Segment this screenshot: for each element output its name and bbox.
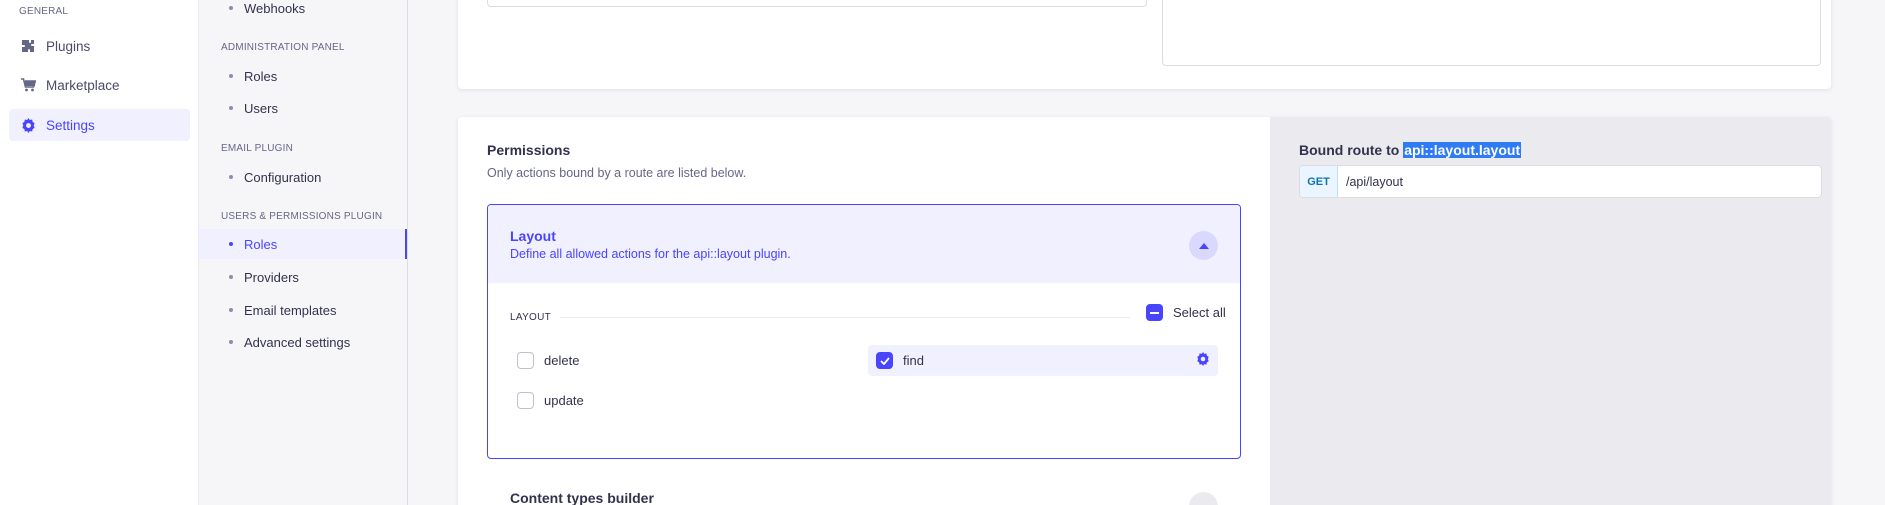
subnav-item-up-email-templates[interactable]: Email templates bbox=[199, 295, 407, 325]
bullet-icon bbox=[229, 106, 233, 110]
http-method-badge: GET bbox=[1300, 166, 1338, 197]
bullet-icon bbox=[229, 74, 233, 78]
accordion-title-content-types-builder[interactable]: Content types builder bbox=[510, 490, 654, 505]
checkbox-icon bbox=[517, 352, 534, 369]
subnav-item-admin-roles[interactable]: Roles bbox=[199, 61, 407, 91]
route-display: GET /api/layout bbox=[1299, 165, 1822, 198]
nav-item-label: Marketplace bbox=[46, 77, 120, 93]
permission-checkbox-delete[interactable]: delete bbox=[517, 345, 579, 376]
subnav-item-label: Configuration bbox=[244, 169, 322, 185]
subnav-item-label: Providers bbox=[244, 269, 299, 285]
accordion-layout: Layout Define all allowed actions for th… bbox=[487, 204, 1241, 459]
main-nav: GENERAL Plugins Marketplace Settings bbox=[0, 0, 199, 505]
bullet-icon bbox=[229, 308, 233, 312]
permission-label: update bbox=[544, 393, 584, 408]
subnav-item-label: Roles bbox=[244, 236, 278, 252]
permission-checkbox-update[interactable]: update bbox=[517, 385, 584, 416]
accordion-collapse-button[interactable] bbox=[1189, 231, 1218, 260]
subnav-item-admin-users[interactable]: Users bbox=[199, 93, 407, 123]
permission-checkbox-find[interactable]: find bbox=[868, 345, 1218, 376]
subnav-item-up-advanced-settings[interactable]: Advanced settings bbox=[199, 327, 407, 357]
bullet-icon bbox=[229, 242, 233, 246]
settings-subnav: Webhooks ADMINISTRATION PANEL Roles User… bbox=[199, 0, 408, 505]
subnav-item-label: Roles bbox=[244, 68, 278, 84]
bound-route-name: api::layout.layout bbox=[1403, 142, 1522, 158]
accordion-header[interactable]: Layout Define all allowed actions for th… bbox=[488, 205, 1240, 283]
checkbox-icon bbox=[517, 392, 534, 409]
cart-icon bbox=[20, 77, 36, 93]
subnav-item-label: Webhooks bbox=[244, 0, 306, 16]
subnav-item-label: Users bbox=[244, 100, 278, 116]
permission-label: delete bbox=[544, 353, 580, 368]
permission-group-label: LAYOUT bbox=[510, 312, 552, 323]
permissions-subtitle: Only actions bound by a route are listed… bbox=[487, 166, 747, 180]
bullet-icon bbox=[229, 275, 233, 279]
subnav-item-label: Email templates bbox=[244, 302, 337, 318]
role-name-input[interactable] bbox=[487, 0, 1147, 7]
permission-label: find bbox=[903, 353, 924, 368]
bound-route-prefix: Bound route to bbox=[1299, 142, 1400, 158]
divider bbox=[560, 317, 1130, 318]
gear-icon[interactable] bbox=[1196, 352, 1210, 369]
select-all-checkbox[interactable]: Select all bbox=[1146, 304, 1226, 321]
nav-item-plugins[interactable]: Plugins bbox=[9, 30, 190, 62]
subnav-item-up-roles[interactable]: Roles bbox=[199, 229, 407, 259]
role-details-card bbox=[458, 0, 1831, 89]
subnav-item-label: Advanced settings bbox=[244, 334, 351, 350]
bullet-icon bbox=[229, 175, 233, 179]
nav-item-label: Plugins bbox=[46, 38, 91, 54]
subnav-section-administration: ADMINISTRATION PANEL bbox=[221, 42, 345, 53]
caret-up-icon bbox=[1198, 242, 1209, 249]
accordion-expand-button[interactable] bbox=[1189, 492, 1218, 505]
nav-item-settings[interactable]: Settings bbox=[9, 109, 190, 141]
accordion-title: Layout bbox=[510, 228, 556, 244]
bullet-icon bbox=[229, 340, 233, 344]
role-description-textarea[interactable] bbox=[1162, 0, 1821, 66]
subnav-item-up-providers[interactable]: Providers bbox=[199, 262, 407, 292]
route-path: /api/layout bbox=[1346, 174, 1403, 189]
accordion-description: Define all allowed actions for the api::… bbox=[510, 247, 791, 261]
indeterminate-checkbox-icon bbox=[1146, 304, 1163, 321]
bound-route-panel: Bound route to api::layout.layout GET /a… bbox=[1270, 117, 1831, 505]
subnav-section-email: EMAIL PLUGIN bbox=[221, 143, 294, 154]
subnav-item-webhooks[interactable]: Webhooks bbox=[199, 0, 407, 23]
subnav-section-users-permissions: USERS & PERMISSIONS PLUGIN bbox=[221, 211, 383, 222]
nav-item-marketplace[interactable]: Marketplace bbox=[9, 69, 190, 101]
bullet-icon bbox=[229, 6, 233, 10]
puzzle-icon bbox=[20, 38, 36, 54]
select-all-label: Select all bbox=[1173, 305, 1226, 320]
checkmark-icon bbox=[876, 352, 893, 369]
gear-icon bbox=[20, 117, 36, 133]
permissions-card: Permissions Only actions bound by a rout… bbox=[458, 117, 1831, 505]
subnav-item-email-configuration[interactable]: Configuration bbox=[199, 162, 407, 192]
permissions-title: Permissions bbox=[487, 142, 571, 158]
nav-section-general: GENERAL bbox=[19, 6, 69, 17]
nav-item-label: Settings bbox=[46, 117, 95, 133]
bound-route-label: Bound route to api::layout.layout bbox=[1299, 142, 1522, 158]
